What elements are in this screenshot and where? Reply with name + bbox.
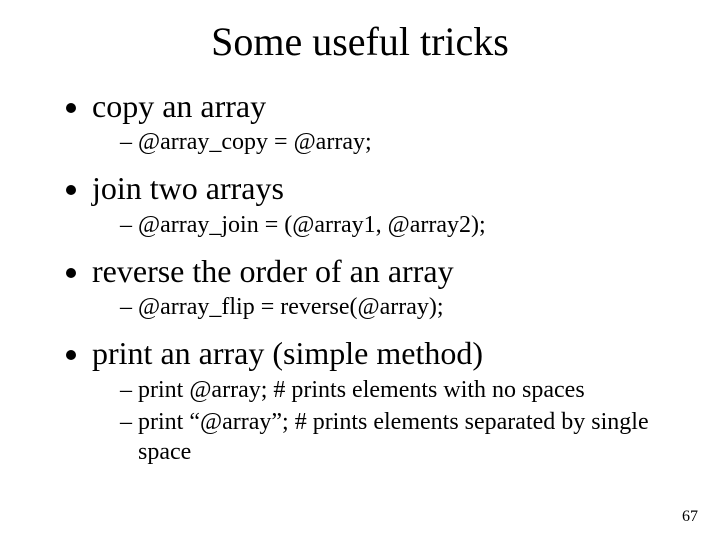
bullet-reverse-array: reverse the order of an array @array_fli… (92, 252, 680, 322)
bullet-text: print an array (simple method) (92, 335, 483, 371)
sub-list: @array_copy = @array; (92, 127, 680, 157)
bullet-text: join two arrays (92, 170, 284, 206)
sub-item: @array_join = (@array1, @array2); (120, 210, 680, 240)
bullet-join-arrays: join two arrays @array_join = (@array1, … (92, 169, 680, 239)
sub-item: print @array; # prints elements with no … (120, 375, 680, 405)
sub-list: print @array; # prints elements with no … (92, 375, 680, 467)
sub-list: @array_join = (@array1, @array2); (92, 210, 680, 240)
bullet-list: copy an array @array_copy = @array; join… (40, 87, 680, 467)
sub-item: print “@array”; # prints elements separa… (120, 407, 680, 467)
bullet-text: copy an array (92, 88, 266, 124)
page-number: 67 (682, 508, 698, 526)
bullet-copy-array: copy an array @array_copy = @array; (92, 87, 680, 157)
slide-title: Some useful tricks (40, 18, 680, 65)
sub-list: @array_flip = reverse(@array); (92, 292, 680, 322)
sub-item: @array_flip = reverse(@array); (120, 292, 680, 322)
sub-item: @array_copy = @array; (120, 127, 680, 157)
slide: Some useful tricks copy an array @array_… (0, 0, 720, 540)
bullet-text: reverse the order of an array (92, 253, 454, 289)
bullet-print-array: print an array (simple method) print @ar… (92, 334, 680, 466)
